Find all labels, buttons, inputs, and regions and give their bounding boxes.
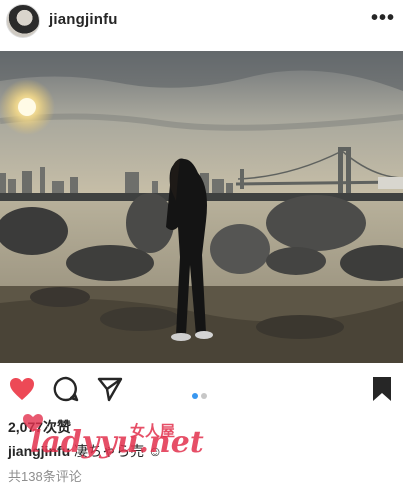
avatar[interactable] xyxy=(6,4,40,38)
carousel-dot-active xyxy=(192,393,198,399)
watermark-heart-icon xyxy=(23,414,43,432)
post-header: jiangjinfu ••• xyxy=(0,0,403,46)
carousel-dot xyxy=(201,393,207,399)
more-options-icon[interactable]: ••• xyxy=(371,8,395,28)
view-comments-link[interactable]: 共138条评论 xyxy=(8,466,82,485)
post-username[interactable]: jiangjinfu xyxy=(49,11,118,28)
comment-icon[interactable] xyxy=(52,375,80,403)
share-icon[interactable] xyxy=(96,375,124,403)
caption-username[interactable]: jiangjinfu xyxy=(8,443,70,459)
bookmark-icon[interactable] xyxy=(368,375,396,403)
heart-icon[interactable] xyxy=(8,375,36,403)
photo-image xyxy=(0,51,403,363)
carousel-dots xyxy=(192,386,210,404)
caption: jiangjinfu 凄ちゃら売 ☺ xyxy=(8,441,162,461)
post-photo[interactable] xyxy=(0,51,403,363)
caption-text: 凄ちゃら売 ☺ xyxy=(70,443,163,459)
watermark-label: 女人屋 xyxy=(130,423,176,440)
action-bar xyxy=(0,365,403,411)
